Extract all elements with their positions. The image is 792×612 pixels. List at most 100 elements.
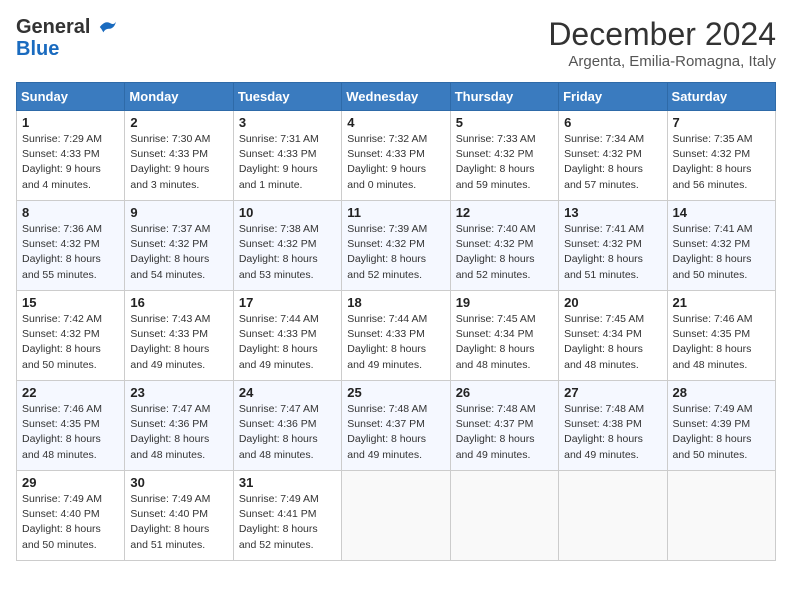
- calendar-cell: 22Sunrise: 7:46 AMSunset: 4:35 PMDayligh…: [17, 381, 125, 471]
- day-number: 4: [347, 115, 444, 130]
- day-number: 30: [130, 475, 227, 490]
- calendar-cell: [450, 471, 558, 561]
- day-number: 11: [347, 205, 444, 220]
- day-number: 6: [564, 115, 661, 130]
- day-header-sunday: Sunday: [17, 83, 125, 111]
- calendar-cell: [667, 471, 775, 561]
- day-number: 24: [239, 385, 336, 400]
- cell-details: Sunrise: 7:49 AMSunset: 4:40 PMDaylight:…: [130, 492, 227, 553]
- calendar-table: SundayMondayTuesdayWednesdayThursdayFrid…: [16, 82, 776, 561]
- day-number: 7: [673, 115, 770, 130]
- cell-details: Sunrise: 7:49 AMSunset: 4:40 PMDaylight:…: [22, 492, 119, 553]
- cell-details: Sunrise: 7:31 AMSunset: 4:33 PMDaylight:…: [239, 132, 336, 193]
- day-number: 29: [22, 475, 119, 490]
- day-number: 15: [22, 295, 119, 310]
- day-number: 23: [130, 385, 227, 400]
- cell-details: Sunrise: 7:35 AMSunset: 4:32 PMDaylight:…: [673, 132, 770, 193]
- calendar-week-row: 15Sunrise: 7:42 AMSunset: 4:32 PMDayligh…: [17, 291, 776, 381]
- day-number: 31: [239, 475, 336, 490]
- calendar-cell: 16 Sunrise: 7:43 AMSunset: 4:33 PMDayligh…: [125, 291, 233, 381]
- calendar-cell: 5 Sunrise: 7:33 AMSunset: 4:32 PMDaylight…: [450, 111, 558, 201]
- calendar-cell: 9 Sunrise: 7:37 AMSunset: 4:32 PMDaylight…: [125, 201, 233, 291]
- day-number: 13: [564, 205, 661, 220]
- calendar-cell: 19 Sunrise: 7:45 AMSunset: 4:34 PMDayligh…: [450, 291, 558, 381]
- day-number: 16: [130, 295, 227, 310]
- calendar-cell: 15Sunrise: 7:42 AMSunset: 4:32 PMDayligh…: [17, 291, 125, 381]
- calendar-cell: 28 Sunrise: 7:49 AMSunset: 4:39 PMDayligh…: [667, 381, 775, 471]
- cell-details: Sunrise: 7:34 AMSunset: 4:32 PMDaylight:…: [564, 132, 661, 193]
- day-number: 3: [239, 115, 336, 130]
- day-number: 19: [456, 295, 553, 310]
- calendar-cell: 2Sunrise: 7:30 AMSunset: 4:33 PMDaylight…: [125, 111, 233, 201]
- cell-details: Sunrise: 7:49 AMSunset: 4:39 PMDaylight:…: [673, 402, 770, 463]
- cell-details: Sunrise: 7:46 AMSunset: 4:35 PMDaylight:…: [673, 312, 770, 373]
- calendar-cell: 24Sunrise: 7:47 AMSunset: 4:36 PMDayligh…: [233, 381, 341, 471]
- cell-details: Sunrise: 7:44 AMSunset: 4:33 PMDaylight:…: [347, 312, 444, 373]
- cell-details: Sunrise: 7:37 AMSunset: 4:32 PMDaylight:…: [130, 222, 227, 283]
- cell-details: Sunrise: 7:49 AMSunset: 4:41 PMDaylight:…: [239, 492, 336, 553]
- calendar-cell: 29 Sunrise: 7:49 AMSunset: 4:40 PMDayligh…: [17, 471, 125, 561]
- day-number: 5: [456, 115, 553, 130]
- calendar-cell: 23 Sunrise: 7:47 AMSunset: 4:36 PMDayligh…: [125, 381, 233, 471]
- calendar-cell: 6 Sunrise: 7:34 AMSunset: 4:32 PMDaylight…: [559, 111, 667, 201]
- calendar-week-row: 22Sunrise: 7:46 AMSunset: 4:35 PMDayligh…: [17, 381, 776, 471]
- calendar-cell: [559, 471, 667, 561]
- cell-details: Sunrise: 7:41 AMSunset: 4:32 PMDaylight:…: [564, 222, 661, 283]
- calendar-cell: 31 Sunrise: 7:49 AMSunset: 4:41 PMDayligh…: [233, 471, 341, 561]
- day-number: 17: [239, 295, 336, 310]
- logo-blue: Blue: [16, 38, 116, 60]
- day-number: 9: [130, 205, 227, 220]
- cell-details: Sunrise: 7:46 AMSunset: 4:35 PMDaylight:…: [22, 402, 119, 463]
- calendar-cell: 7 Sunrise: 7:35 AMSunset: 4:32 PMDaylight…: [667, 111, 775, 201]
- cell-details: Sunrise: 7:44 AMSunset: 4:33 PMDaylight:…: [239, 312, 336, 373]
- day-header-thursday: Thursday: [450, 83, 558, 111]
- cell-details: Sunrise: 7:48 AMSunset: 4:38 PMDaylight:…: [564, 402, 661, 463]
- day-number: 26: [456, 385, 553, 400]
- day-number: 12: [456, 205, 553, 220]
- calendar-body: 1Sunrise: 7:29 AMSunset: 4:33 PMDaylight…: [17, 111, 776, 561]
- day-number: 28: [673, 385, 770, 400]
- calendar-week-row: 1Sunrise: 7:29 AMSunset: 4:33 PMDaylight…: [17, 111, 776, 201]
- location-subtitle: Argenta, Emilia-Romagna, Italy: [548, 53, 776, 70]
- day-number: 2: [130, 115, 227, 130]
- calendar-cell: 26 Sunrise: 7:48 AMSunset: 4:37 PMDayligh…: [450, 381, 558, 471]
- day-number: 21: [673, 295, 770, 310]
- cell-details: Sunrise: 7:48 AMSunset: 4:37 PMDaylight:…: [347, 402, 444, 463]
- cell-details: Sunrise: 7:48 AMSunset: 4:37 PMDaylight:…: [456, 402, 553, 463]
- cell-details: Sunrise: 7:47 AMSunset: 4:36 PMDaylight:…: [130, 402, 227, 463]
- calendar-cell: [342, 471, 450, 561]
- calendar-cell: 20 Sunrise: 7:45 AMSunset: 4:34 PMDayligh…: [559, 291, 667, 381]
- calendar-cell: 3 Sunrise: 7:31 AMSunset: 4:33 PMDaylight…: [233, 111, 341, 201]
- calendar-cell: 12 Sunrise: 7:40 AMSunset: 4:32 PMDayligh…: [450, 201, 558, 291]
- cell-details: Sunrise: 7:40 AMSunset: 4:32 PMDaylight:…: [456, 222, 553, 283]
- day-number: 20: [564, 295, 661, 310]
- month-title: December 2024: [548, 16, 776, 53]
- cell-details: Sunrise: 7:45 AMSunset: 4:34 PMDaylight:…: [456, 312, 553, 373]
- calendar-week-row: 8Sunrise: 7:36 AMSunset: 4:32 PMDaylight…: [17, 201, 776, 291]
- cell-details: Sunrise: 7:41 AMSunset: 4:32 PMDaylight:…: [673, 222, 770, 283]
- day-header-friday: Friday: [559, 83, 667, 111]
- calendar-cell: 17 Sunrise: 7:44 AMSunset: 4:33 PMDayligh…: [233, 291, 341, 381]
- calendar-cell: 10Sunrise: 7:38 AMSunset: 4:32 PMDayligh…: [233, 201, 341, 291]
- calendar-cell: 1Sunrise: 7:29 AMSunset: 4:33 PMDaylight…: [17, 111, 125, 201]
- day-header-monday: Monday: [125, 83, 233, 111]
- logo-bird-icon: [98, 18, 116, 36]
- day-number: 8: [22, 205, 119, 220]
- cell-details: Sunrise: 7:39 AMSunset: 4:32 PMDaylight:…: [347, 222, 444, 283]
- calendar-cell: 30 Sunrise: 7:49 AMSunset: 4:40 PMDayligh…: [125, 471, 233, 561]
- calendar-week-row: 29 Sunrise: 7:49 AMSunset: 4:40 PMDayligh…: [17, 471, 776, 561]
- cell-details: Sunrise: 7:33 AMSunset: 4:32 PMDaylight:…: [456, 132, 553, 193]
- day-number: 14: [673, 205, 770, 220]
- cell-details: Sunrise: 7:45 AMSunset: 4:34 PMDaylight:…: [564, 312, 661, 373]
- calendar-cell: 13 Sunrise: 7:41 AMSunset: 4:32 PMDayligh…: [559, 201, 667, 291]
- header: General Blue December 2024 Argenta, Emil…: [16, 16, 776, 70]
- calendar-cell: 25Sunrise: 7:48 AMSunset: 4:37 PMDayligh…: [342, 381, 450, 471]
- cell-details: Sunrise: 7:43 AMSunset: 4:33 PMDaylight:…: [130, 312, 227, 373]
- day-number: 10: [239, 205, 336, 220]
- logo: General Blue: [16, 16, 116, 60]
- calendar-header-row: SundayMondayTuesdayWednesdayThursdayFrid…: [17, 83, 776, 111]
- day-header-tuesday: Tuesday: [233, 83, 341, 111]
- calendar-cell: 21 Sunrise: 7:46 AMSunset: 4:35 PMDayligh…: [667, 291, 775, 381]
- title-area: December 2024 Argenta, Emilia-Romagna, I…: [548, 16, 776, 70]
- day-header-saturday: Saturday: [667, 83, 775, 111]
